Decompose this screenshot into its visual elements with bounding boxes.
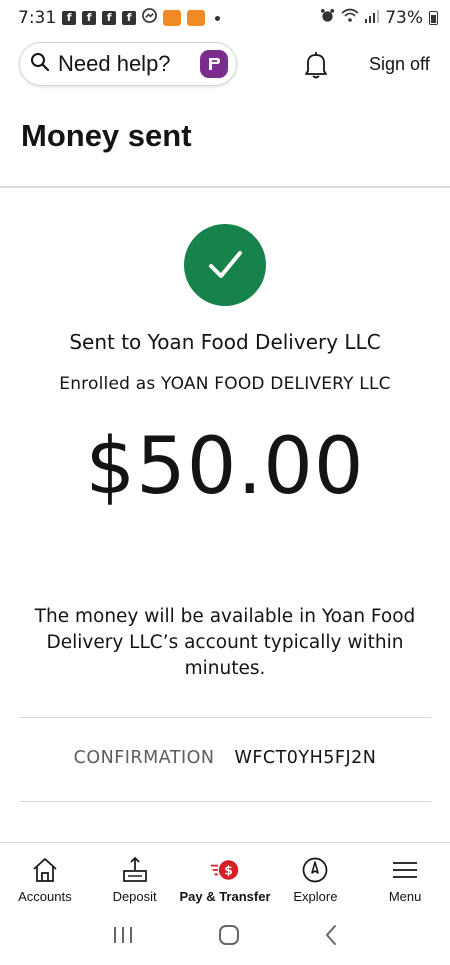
nav-label-explore: Explore bbox=[293, 889, 338, 904]
facebook-notification-icon: f bbox=[62, 11, 77, 25]
enrolled-as-name: Enrolled as YOAN FOOD DELIVERY LLC bbox=[59, 374, 391, 394]
availability-note: The money will be available in Yoan Food… bbox=[34, 606, 416, 679]
status-right: 73% bbox=[320, 8, 438, 28]
nav-item-accounts[interactable]: Accounts bbox=[0, 843, 90, 908]
back-icon[interactable] bbox=[324, 924, 338, 950]
need-help-search-button[interactable]: Need help? bbox=[19, 42, 237, 86]
app-notification-icon bbox=[163, 10, 182, 26]
deposit-icon bbox=[120, 855, 150, 885]
compass-icon bbox=[300, 855, 330, 885]
nav-item-menu[interactable]: Menu bbox=[360, 843, 450, 908]
notifications-bell-icon[interactable] bbox=[302, 50, 330, 80]
pay-transfer-icon: $ bbox=[210, 855, 240, 885]
nav-label-accounts: Accounts bbox=[18, 889, 72, 904]
facebook-notification-icon: f bbox=[102, 11, 117, 25]
nav-item-deposit[interactable]: Deposit bbox=[90, 843, 180, 908]
divider bbox=[19, 717, 431, 718]
hamburger-icon bbox=[390, 855, 420, 885]
status-left: 7:31 f f f f bbox=[18, 8, 221, 28]
amount-sent: $50.00 bbox=[85, 422, 365, 512]
facebook-notification-icon: f bbox=[82, 11, 97, 25]
recent-apps-icon[interactable] bbox=[112, 925, 134, 949]
more-notifications-dot-icon bbox=[215, 15, 221, 21]
messenger-notification-icon bbox=[142, 8, 158, 28]
bottom-navigation: Accounts Deposit $ Pay & Transfer Explor… bbox=[0, 842, 450, 908]
nav-label-deposit: Deposit bbox=[112, 889, 157, 904]
nav-item-explore[interactable]: Explore bbox=[271, 843, 361, 908]
status-bar: 7:31 f f f f 73% bbox=[0, 0, 450, 36]
status-time: 7:31 bbox=[18, 8, 57, 28]
nav-label-pay-transfer: Pay & Transfer bbox=[179, 889, 271, 904]
svg-text:$: $ bbox=[224, 863, 233, 877]
divider bbox=[19, 801, 431, 802]
success-checkmark-icon bbox=[184, 224, 266, 306]
need-help-label: Need help? bbox=[58, 51, 171, 76]
title-divider bbox=[0, 186, 450, 188]
wifi-icon bbox=[341, 8, 359, 28]
sign-off-link[interactable]: Sign off bbox=[369, 54, 430, 75]
search-icon bbox=[30, 52, 50, 76]
home-icon[interactable] bbox=[218, 924, 240, 950]
fargo-assistant-icon[interactable] bbox=[200, 50, 228, 78]
app-notification-icon bbox=[187, 10, 206, 26]
system-navigation-bar bbox=[0, 908, 450, 965]
confirmation-number: WFCT0YH5FJ2N bbox=[234, 748, 377, 768]
app-header: Need help? Sign off bbox=[0, 42, 450, 88]
signal-icon bbox=[365, 8, 380, 28]
nav-item-pay-transfer[interactable]: $ Pay & Transfer bbox=[179, 843, 271, 908]
page-title: Money sent bbox=[21, 118, 192, 153]
house-icon bbox=[30, 855, 60, 885]
nav-label-menu: Menu bbox=[388, 889, 422, 904]
confirmation-label: CONFIRMATION bbox=[73, 748, 215, 768]
facebook-notification-icon: f bbox=[122, 11, 137, 25]
sent-to-recipient: Sent to Yoan Food Delivery LLC bbox=[69, 330, 381, 354]
battery-icon bbox=[429, 11, 438, 25]
confirmation-row: CONFIRMATION WFCT0YH5FJ2N bbox=[0, 748, 450, 768]
alarm-icon bbox=[320, 8, 335, 28]
battery-level: 73% bbox=[385, 8, 423, 28]
